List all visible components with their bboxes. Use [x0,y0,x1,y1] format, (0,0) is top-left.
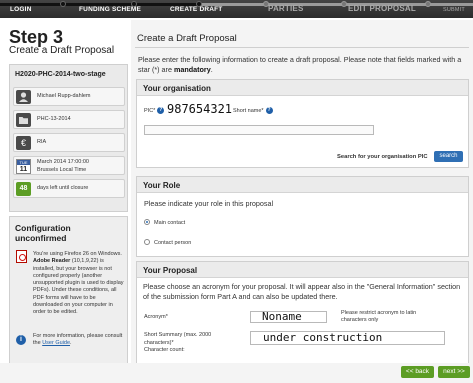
config-text-adobe: Adobe Reader [33,258,71,265]
days-left-text: days left until closure [37,185,89,191]
proposal-heading: Your Proposal [143,266,198,275]
info-row-days-left: 48 days left until closure [13,179,125,198]
role-heading: Your Role [143,181,181,190]
radio-main-contact-label[interactable]: Main contact [154,220,185,226]
wizard-dot-login [60,1,66,7]
wizard-step-funding-scheme[interactable]: FUNDING SCHEME [79,6,141,13]
wizard-dot-edit-proposal [341,1,347,7]
organisation-heading: Your organisation [143,84,211,93]
page-title: Create a Draft Proposal [137,33,237,44]
pic-label-text: PIC* [144,107,156,114]
info-row-deadline: TUE 11 March 2014 17:00:00 Brussels Loca… [13,156,125,175]
info-row-type: € RIA [13,133,125,152]
wizard-step-submit: SUBMIT [443,7,465,13]
more-info-suffix: . [70,340,72,347]
deadline-text: March 2014 17:00:00 Brussels Local Time [37,158,89,174]
intro-text-c: . [210,65,213,74]
wizard-step-parties: PARTIES [268,4,304,13]
configuration-more-info: For more information, please consult the… [33,333,125,348]
call-identifier: H2020-PHC-2014-two-stage [15,71,106,78]
sidebar: Step 3 Create a Draft Proposal H2020-PHC… [0,20,131,383]
configuration-warning-box: Configuration unconfirmed You're using F… [9,216,128,366]
calendar-day: 11 [19,166,28,173]
title-divider [135,47,469,48]
summary-value: under construction [263,331,383,344]
organisation-header: Your organisation [137,80,468,96]
short-name-label: Short name*? [233,107,273,114]
wizard-step-create-draft: CREATE DRAFT [170,6,223,13]
pic-help-icon[interactable]: ? [157,107,165,114]
search-pic-label: Search for your organisation PIC [337,154,428,160]
search-button[interactable]: search [434,151,463,162]
radio-contact-person[interactable] [144,239,150,245]
role-section: Your Role Please indicate your role in t… [136,176,469,257]
wizard-step-edit-proposal: EDIT PROPOSAL [348,4,416,13]
wizard-progress-bar: LOGIN FUNDING SCHEME CREATE DRAFT PARTIE… [0,0,473,18]
step-subtitle: Create a Draft Proposal [9,45,115,56]
action-type: RIA [37,139,47,145]
character-count-label: Character count: [144,347,185,353]
summary-label-line2: characters)* [144,339,174,346]
radio-contact-person-label[interactable]: Contact person [154,240,191,246]
config-text-c: (10,1,9,22) is installed, but your brows… [33,258,124,316]
configuration-message: You're using Firefox 26 on Windows. Adob… [33,251,124,317]
proposal-section: Your Proposal Please choose an acronym f… [136,261,469,371]
next-button[interactable]: next >> [438,366,470,378]
acronym-value: Noname [262,310,302,323]
call-info-box: H2020-PHC-2014-two-stage Michael Rupp-da… [9,64,128,212]
proposal-intro: Please choose an acronym for your propos… [143,282,461,301]
acronym-hint: Please restrict acronym to latin charact… [341,310,417,323]
proposal-header: Your Proposal [137,262,468,278]
user-icon [16,90,31,104]
main-panel: Create a Draft Proposal Please enter the… [131,20,473,383]
pic-input[interactable]: 987654321 [167,102,232,116]
wizard-step-login[interactable]: LOGIN [10,6,32,13]
info-icon: i [16,335,26,345]
folder-icon [16,113,31,127]
days-left-badge: 48 [16,182,31,196]
intro-text: Please enter the following information t… [138,55,468,75]
topic-code: PHC-13-2014 [37,116,71,122]
deadline-timezone: Brussels Local Time [37,167,87,173]
user-name: Michael Rupp-dahlem [37,93,91,99]
configuration-title-line2: unconfirmed [15,233,67,243]
user-guide-link[interactable]: User Guide [42,340,70,346]
intro-mandatory: mandatory [173,65,211,74]
summary-label-line1: Short Summary (max. 2000 [144,332,212,338]
role-prompt: Please indicate your role in this propos… [144,199,274,208]
configuration-title: Configuration unconfirmed [15,223,71,243]
acronym-label: Acronym* [144,314,168,320]
organisation-section: Your organisation PIC*? 987654321 Short … [136,79,469,168]
deadline-date: March 2014 17:00:00 [37,159,89,165]
wizard-dot-submit [425,1,431,7]
pdf-icon [16,250,27,263]
config-text-a: You're using Firefox 26 on Windows. [33,251,122,257]
short-name-input[interactable] [144,125,374,135]
configuration-title-line1: Configuration [15,223,71,233]
summary-label: Short Summary (max. 2000 characters)* Ch… [144,332,211,355]
pic-label: PIC*? [144,107,165,114]
info-row-user: Michael Rupp-dahlem [13,87,125,106]
short-name-help-icon[interactable]: ? [265,107,273,114]
info-row-topic: PHC-13-2014 [13,110,125,129]
radio-main-contact[interactable] [144,219,150,225]
role-header: Your Role [137,177,468,193]
euro-icon: € [16,136,31,150]
calendar-icon: TUE 11 [16,159,31,174]
back-button[interactable]: << back [401,366,434,378]
short-name-label-text: Short name* [233,107,264,114]
